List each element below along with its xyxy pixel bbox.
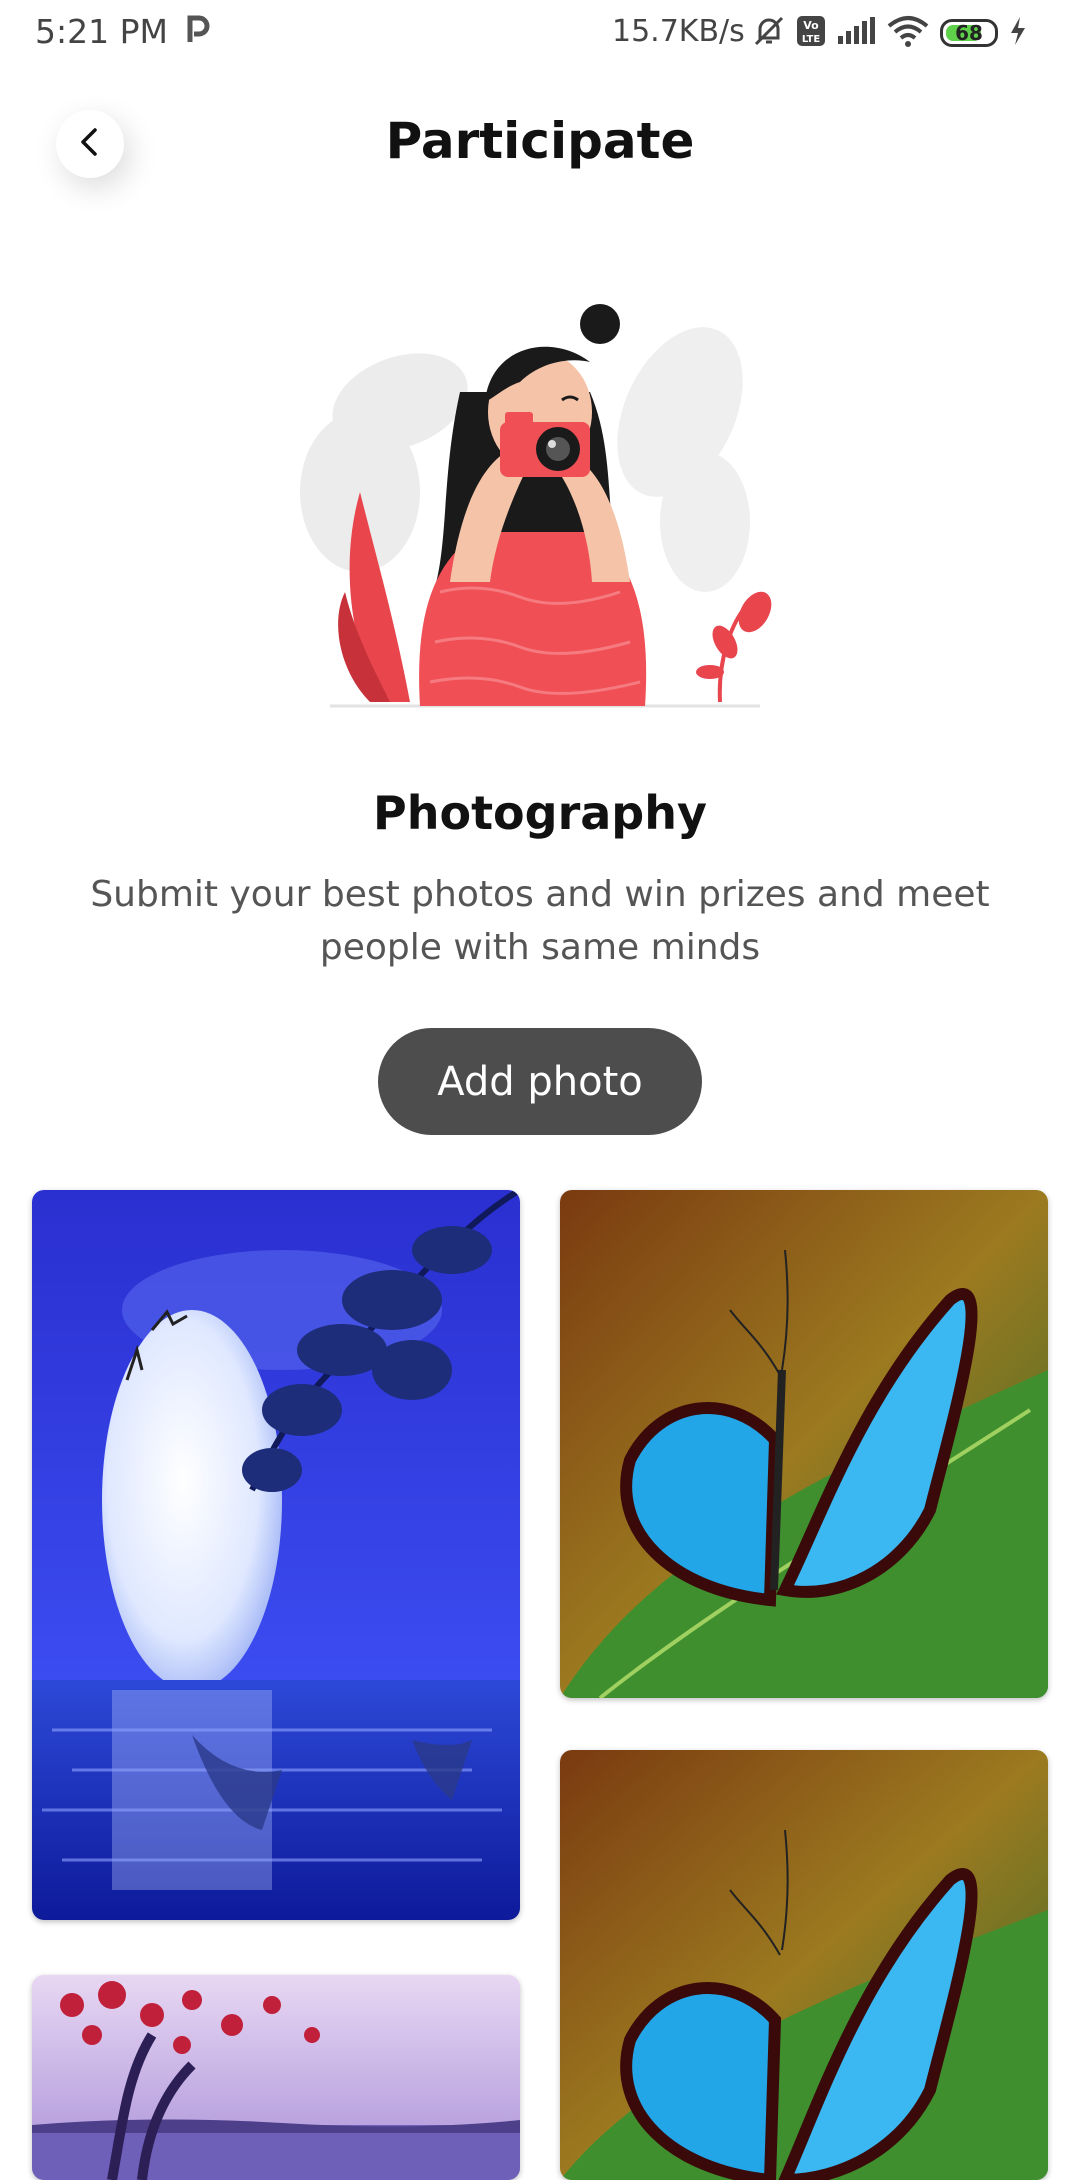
volte-icon: Vo LTE xyxy=(796,15,826,51)
page-title: Participate xyxy=(385,112,695,170)
gallery-photo-moon[interactable] xyxy=(32,1190,520,1920)
svg-text:LTE: LTE xyxy=(802,34,821,45)
charging-icon xyxy=(1008,16,1028,50)
status-bar: 5:21 PM 15.7KB/s Vo LTE 68 xyxy=(0,0,1080,66)
network-speed: 15.7KB/s xyxy=(612,14,745,49)
status-icons: Vo LTE 68 xyxy=(752,12,1028,54)
mute-icon xyxy=(752,14,786,52)
photographer-illustration xyxy=(300,262,780,722)
battery-level: 68 xyxy=(955,21,983,45)
svg-text:Vo: Vo xyxy=(803,19,819,32)
p-app-icon xyxy=(186,14,210,48)
section-description: Submit your best photos and win prizes a… xyxy=(90,874,990,968)
gallery-photo-tree-lake[interactable] xyxy=(32,1975,520,2180)
section-title: Photography xyxy=(373,786,707,840)
gallery-photo-butterfly-1[interactable] xyxy=(560,1190,1048,1698)
add-photo-button[interactable]: Add photo xyxy=(378,1028,702,1135)
gallery-photo-butterfly-2[interactable] xyxy=(560,1750,1048,2180)
status-time: 5:21 PM xyxy=(35,12,168,51)
signal-icon xyxy=(836,16,876,50)
wifi-icon xyxy=(886,14,930,52)
battery-icon: 68 xyxy=(940,19,998,47)
